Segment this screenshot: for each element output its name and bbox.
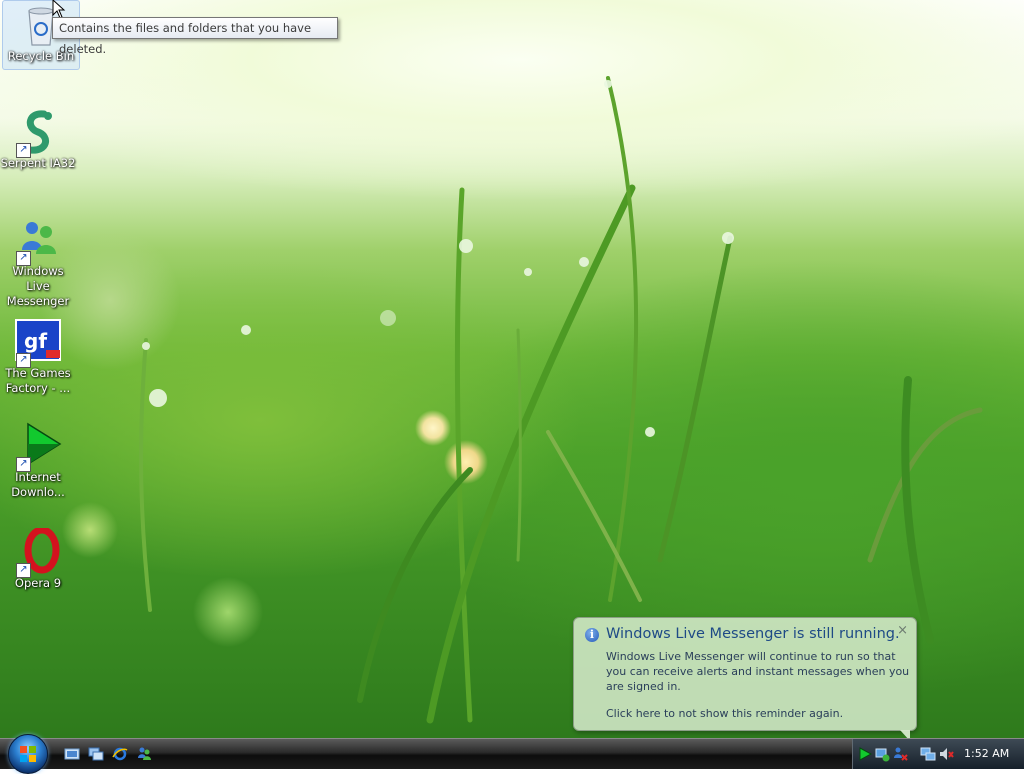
desktop-icon-label: Windows Live Messenger bbox=[6, 264, 70, 308]
notification-body: Windows Live Messenger will continue to … bbox=[606, 650, 910, 693]
shortcut-arrow-icon: ↗ bbox=[16, 353, 31, 368]
network-tray-icon[interactable] bbox=[874, 746, 890, 762]
desktop-icon-windows-live-messenger[interactable]: ↗ Windows Live Messenger bbox=[0, 216, 76, 309]
desktop-icon-label: Serpent IA32 bbox=[0, 156, 76, 170]
shortcut-arrow-icon: ↗ bbox=[16, 563, 31, 578]
desktop-icon-label: Internet Downlo... bbox=[11, 470, 65, 499]
desktop-icon-serpent-ia32[interactable]: ↗ Serpent IA32 bbox=[0, 108, 76, 171]
opera-icon: ↗ bbox=[14, 526, 62, 578]
notification-title: Windows Live Messenger is still running. bbox=[606, 626, 900, 642]
switch-windows-icon[interactable] bbox=[88, 746, 104, 762]
messenger-offline-tray-icon[interactable] bbox=[892, 746, 908, 762]
recycle-bin-tooltip: Contains the files and folders that you … bbox=[52, 17, 338, 56]
shortcut-arrow-icon: ↗ bbox=[16, 143, 31, 158]
desktop-icon-the-games-factory[interactable]: gf ↗ The Games Factory - ... bbox=[0, 318, 76, 396]
taskbar: 1:52 AM bbox=[0, 734, 1024, 774]
desktop-icon-label: Opera 9 bbox=[14, 576, 62, 590]
notification-dont-show-link[interactable]: Click here to not show this reminder aga… bbox=[606, 707, 843, 720]
svg-text:gf: gf bbox=[24, 329, 47, 353]
internet-explorer-icon[interactable] bbox=[112, 746, 128, 762]
start-button[interactable] bbox=[8, 734, 48, 774]
taskbar-clock[interactable]: 1:52 AM bbox=[964, 746, 1009, 762]
games-factory-icon: gf ↗ bbox=[14, 318, 62, 368]
desktop-icon-opera-9[interactable]: ↗ Opera 9 bbox=[0, 526, 76, 591]
info-icon: i bbox=[585, 628, 599, 642]
desktop-icon-internet-download-manager[interactable]: ↗ Internet Downlo... bbox=[0, 422, 76, 500]
desktop-icon-label: The Games Factory - ... bbox=[5, 366, 71, 395]
shortcut-arrow-icon: ↗ bbox=[16, 251, 31, 266]
volume-muted-icon[interactable] bbox=[938, 746, 954, 762]
download-manager-icon: ↗ bbox=[14, 422, 62, 472]
internet-download-manager-tray-icon[interactable] bbox=[856, 746, 872, 762]
notification-tail bbox=[900, 730, 910, 738]
messenger-icon[interactable] bbox=[136, 746, 152, 762]
serpent-icon: ↗ bbox=[14, 108, 62, 158]
show-desktop-icon[interactable] bbox=[64, 746, 80, 762]
desktop-wallpaper: Recycle Bin ↗ Serpent IA32 ↗ Windows Liv… bbox=[0, 0, 1024, 738]
network-connection-icon[interactable] bbox=[920, 746, 936, 762]
shortcut-arrow-icon: ↗ bbox=[16, 457, 31, 472]
windows-flag-icon bbox=[20, 746, 36, 762]
messenger-icon: ↗ bbox=[14, 216, 62, 266]
notification-close-button[interactable]: × bbox=[897, 623, 908, 638]
messenger-notification-balloon[interactable]: i Windows Live Messenger is still runnin… bbox=[573, 617, 917, 738]
